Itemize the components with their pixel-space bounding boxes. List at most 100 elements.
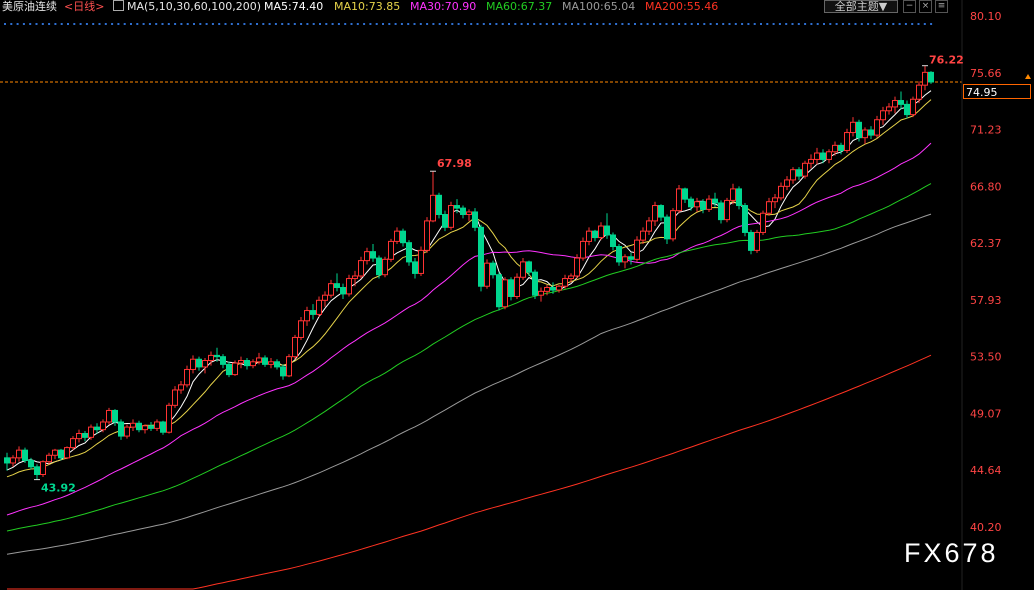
event-dot xyxy=(778,23,781,25)
candle-body xyxy=(268,361,274,365)
candle-body xyxy=(436,194,442,216)
event-dot xyxy=(734,23,737,25)
candle-body xyxy=(880,110,886,121)
price-annotation: 67.98 xyxy=(437,157,472,170)
event-dot xyxy=(287,23,290,25)
event-dot xyxy=(911,23,914,25)
event-dot xyxy=(193,23,195,25)
candle-body xyxy=(340,287,346,295)
event-dot xyxy=(319,23,321,25)
event-dot xyxy=(772,23,775,25)
candle-body xyxy=(64,447,70,459)
event-dot xyxy=(85,23,88,25)
candle-body xyxy=(610,234,616,248)
event-dot xyxy=(823,23,825,25)
candle-body xyxy=(334,283,340,289)
event-dot xyxy=(879,23,882,25)
candle-body xyxy=(766,201,772,214)
candle-body xyxy=(838,144,844,151)
event-dot xyxy=(476,23,479,25)
event-dot xyxy=(659,23,662,25)
candle-body xyxy=(178,384,184,391)
candle-body xyxy=(922,71,928,86)
event-dot xyxy=(73,23,76,25)
event-dot xyxy=(747,23,750,25)
candle-body xyxy=(784,179,790,187)
event-dot xyxy=(29,23,32,25)
candle-body xyxy=(190,358,196,370)
candle-body xyxy=(478,226,484,287)
event-dot xyxy=(249,23,252,25)
event-dot xyxy=(829,23,832,25)
candle-body xyxy=(754,231,760,251)
candle-body xyxy=(418,249,424,274)
candle-body xyxy=(514,276,520,297)
event-dot xyxy=(470,23,473,25)
candle-body xyxy=(640,230,646,241)
candle-body xyxy=(316,299,322,315)
event-dot xyxy=(363,23,366,25)
event-dot xyxy=(634,23,636,25)
event-dot xyxy=(432,23,435,25)
event-dot xyxy=(142,23,145,25)
candle-body xyxy=(58,449,64,459)
candle-body xyxy=(328,283,334,296)
candle-body xyxy=(706,198,712,210)
event-dot xyxy=(445,23,447,25)
event-dot xyxy=(281,23,284,25)
event-dot xyxy=(841,23,844,25)
event-dot xyxy=(923,23,926,25)
watermark-logo: FX678 xyxy=(904,538,999,568)
event-dot xyxy=(306,23,309,25)
candle-body xyxy=(454,205,460,209)
event-dot xyxy=(564,23,567,25)
candle-body xyxy=(352,275,358,280)
event-dot xyxy=(526,23,529,25)
ma200-line xyxy=(7,354,932,590)
event-dot xyxy=(256,23,258,25)
candle-body xyxy=(538,290,544,296)
candle-body xyxy=(34,466,40,475)
candle-body xyxy=(760,212,766,233)
candle-body xyxy=(106,409,112,423)
event-dot xyxy=(92,23,95,25)
candle-body xyxy=(88,426,94,438)
event-dot xyxy=(79,23,82,25)
event-dot xyxy=(211,23,214,25)
candle-body xyxy=(724,199,730,221)
candle-body xyxy=(208,354,214,362)
candle-body xyxy=(526,261,532,273)
candle-body xyxy=(772,197,778,203)
candle-body xyxy=(586,230,592,242)
candle-body xyxy=(682,188,688,200)
candle-body xyxy=(202,360,208,368)
candle-body xyxy=(826,151,832,160)
event-dot xyxy=(810,23,813,25)
candle-body xyxy=(310,310,316,315)
event-dot xyxy=(117,23,120,25)
event-dot xyxy=(224,23,227,25)
event-dot xyxy=(589,23,592,25)
candle-body xyxy=(226,363,232,376)
event-dot xyxy=(463,23,466,25)
candle-body xyxy=(574,257,580,277)
event-dot xyxy=(407,23,410,25)
event-dot xyxy=(860,23,863,25)
candlestick-chart[interactable]: 80.10 75.66 71.23 66.80 62.37 57.93 53.50 49.07… xyxy=(0,0,1034,590)
event-dot xyxy=(615,23,618,25)
event-dot xyxy=(741,23,744,25)
event-dot xyxy=(300,23,303,25)
y-tick-label: 49.07 xyxy=(970,407,1002,420)
candle-body xyxy=(562,278,568,287)
candle-body xyxy=(730,188,736,201)
candle-body xyxy=(634,239,640,260)
event-dot xyxy=(892,23,895,25)
event-dot xyxy=(174,23,177,25)
candle-body xyxy=(100,421,106,431)
candle-body xyxy=(46,454,52,463)
candle-body xyxy=(136,422,142,431)
candle-body xyxy=(850,121,856,134)
candle-body xyxy=(304,310,310,322)
event-dot xyxy=(48,23,51,25)
candle-body xyxy=(670,210,676,240)
